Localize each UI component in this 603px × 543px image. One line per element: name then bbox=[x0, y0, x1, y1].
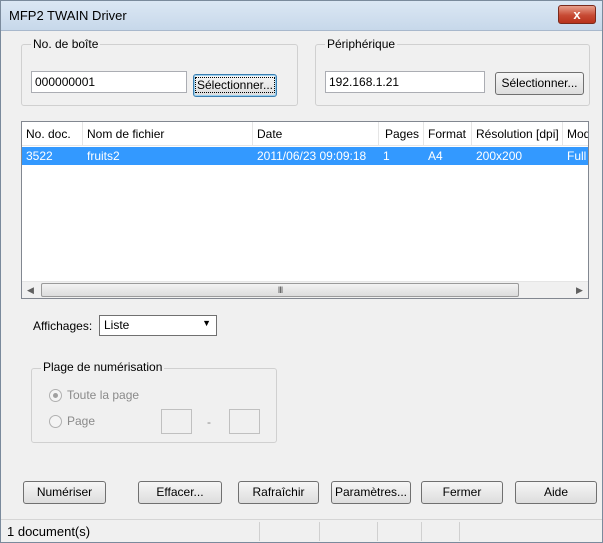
help-button[interactable]: Aide bbox=[515, 481, 597, 504]
page-radio[interactable] bbox=[49, 415, 62, 428]
status-bar: 1 document(s) bbox=[1, 519, 602, 542]
row-date: 2011/06/23 09:09:18 bbox=[257, 149, 367, 163]
dropdown-arrow-icon: ▼ bbox=[202, 318, 211, 328]
scroll-right-icon[interactable]: ▶ bbox=[571, 282, 588, 298]
status-divider bbox=[377, 522, 378, 541]
delete-button-label: Effacer... bbox=[156, 485, 204, 499]
status-text: 1 document(s) bbox=[7, 524, 91, 539]
window-title: MFP2 TWAIN Driver bbox=[9, 8, 127, 23]
display-select[interactable]: Liste ▼ bbox=[99, 315, 217, 336]
status-divider bbox=[319, 522, 320, 541]
display-label: Affichages: bbox=[33, 319, 93, 333]
column-header-doc-no[interactable]: No. doc. bbox=[22, 122, 83, 146]
row-resolution: 200x200 bbox=[476, 149, 523, 163]
delete-button[interactable]: Effacer... bbox=[138, 481, 222, 504]
document-list[interactable]: No. doc. Nom de fichier Date Pages Forma… bbox=[21, 121, 589, 299]
scroll-thumb[interactable]: III bbox=[41, 283, 519, 297]
device-label: Périphérique bbox=[325, 37, 398, 51]
scan-button-label: Numériser bbox=[36, 485, 93, 499]
page-from-input[interactable] bbox=[161, 409, 192, 434]
status-divider bbox=[421, 522, 422, 541]
column-header-resolution[interactable]: Résolution [dpi] bbox=[472, 122, 563, 146]
full-page-radio[interactable] bbox=[49, 389, 62, 402]
table-row[interactable]: 3522 fruits2 2011/06/23 09:09:18 1 A4 20… bbox=[22, 147, 588, 165]
row-doc-no: 3522 bbox=[26, 149, 53, 163]
device-address-field[interactable]: 192.168.1.21 bbox=[325, 71, 485, 93]
row-pages: 1 bbox=[383, 149, 390, 163]
refresh-button-label: Rafraîchir bbox=[252, 485, 305, 499]
page-label: Page bbox=[67, 414, 96, 428]
column-header-mode[interactable]: Mod bbox=[563, 122, 588, 146]
list-header: No. doc. Nom de fichier Date Pages Forma… bbox=[22, 122, 588, 146]
column-header-format[interactable]: Format bbox=[424, 122, 472, 146]
full-page-label: Toute la page bbox=[67, 388, 140, 402]
page-range-separator: - bbox=[207, 415, 211, 429]
page-to-input[interactable] bbox=[229, 409, 260, 434]
select-device-button-label: Sélectionner... bbox=[501, 76, 578, 90]
settings-button-label: Paramètres... bbox=[334, 485, 408, 499]
column-header-file-name[interactable]: Nom de fichier bbox=[83, 122, 253, 146]
box-number-field[interactable]: 000000001 bbox=[31, 71, 187, 93]
select-device-button[interactable]: Sélectionner... bbox=[495, 72, 584, 95]
close-button-label: Fermer bbox=[442, 485, 482, 499]
close-button[interactable]: Fermer bbox=[421, 481, 503, 504]
column-header-date[interactable]: Date bbox=[253, 122, 379, 146]
row-mode: Full C bbox=[567, 149, 588, 163]
close-window-button[interactable]: x bbox=[558, 5, 596, 24]
row-file-name: fruits2 bbox=[87, 149, 120, 163]
settings-button[interactable]: Paramètres... bbox=[331, 481, 411, 504]
twain-driver-window: MFP2 TWAIN Driver x No. de boîte 0000000… bbox=[0, 0, 603, 543]
scan-button[interactable]: Numériser bbox=[23, 481, 106, 504]
select-box-button[interactable]: Sélectionner... bbox=[193, 74, 277, 97]
close-icon: x bbox=[573, 7, 581, 22]
scroll-left-icon[interactable]: ◀ bbox=[22, 282, 39, 298]
select-box-button-label: Sélectionner... bbox=[194, 77, 276, 93]
help-button-label: Aide bbox=[543, 485, 569, 499]
scroll-grip-icon: III bbox=[277, 285, 283, 295]
column-header-pages[interactable]: Pages bbox=[379, 122, 424, 146]
refresh-button[interactable]: Rafraîchir bbox=[238, 481, 319, 504]
status-divider bbox=[259, 522, 260, 541]
horizontal-scrollbar[interactable]: ◀ III ▶ bbox=[22, 281, 588, 298]
scan-range-label: Plage de numérisation bbox=[41, 360, 165, 374]
status-divider bbox=[459, 522, 460, 541]
display-select-value: Liste bbox=[104, 318, 130, 332]
row-format: A4 bbox=[428, 149, 443, 163]
box-number-label: No. de boîte bbox=[31, 37, 101, 51]
title-bar[interactable]: MFP2 TWAIN Driver x bbox=[1, 1, 602, 31]
